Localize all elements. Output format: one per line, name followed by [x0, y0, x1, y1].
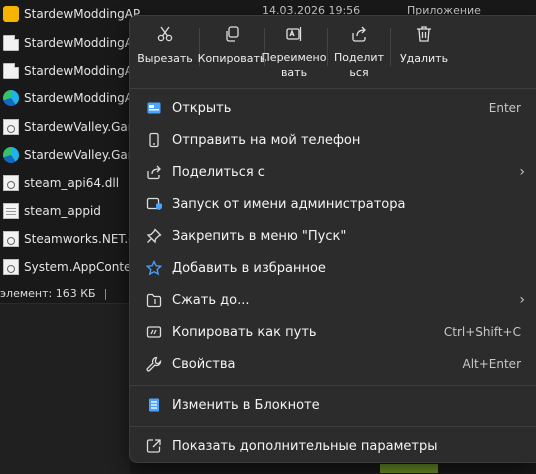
share-label: Поделиться	[334, 51, 384, 79]
document-icon	[3, 35, 19, 51]
copy-button[interactable]: Копировать	[197, 24, 267, 80]
cut-label: Вырезать	[137, 52, 193, 65]
menu-separator	[130, 426, 536, 427]
file-row[interactable]: steam_appid	[0, 198, 140, 224]
file-name: StardewValley.Game	[24, 148, 140, 162]
delete-button[interactable]: Удалить	[391, 24, 457, 80]
chevron-right-icon: ›	[519, 164, 525, 180]
menu-item-send-to-phone[interactable]: Отправить на мой телефон	[136, 124, 536, 156]
file-name: steam_appid	[24, 204, 101, 218]
menu-item-add-to-favorites[interactable]: Добавить в избранное	[136, 252, 536, 284]
status-bar: элемент: 163 КБ |	[0, 283, 130, 303]
archive-icon	[145, 291, 163, 309]
file-name: StardewModdingAPI	[24, 91, 140, 105]
file-row[interactable]: StardewModdingAPI	[0, 30, 140, 56]
menu-item-label: Отправить на мой телефон	[172, 132, 361, 148]
rename-icon	[284, 24, 304, 43]
more-options-icon	[145, 437, 163, 455]
menu-item-run-as-admin[interactable]: Запуск от имени администратора	[136, 188, 536, 220]
copy-label: Копировать	[197, 52, 267, 65]
file-name: StardewModdingAPI	[24, 36, 140, 50]
file-row[interactable]: steam_api64.dll	[0, 170, 140, 196]
menu-item-open[interactable]: Открыть Enter	[136, 92, 536, 124]
file-row[interactable]: StardewModdingAPI	[0, 85, 140, 111]
config-icon	[3, 119, 19, 135]
text-file-icon	[3, 203, 19, 219]
rename-label: Переименовать	[261, 51, 327, 79]
file-name: Steamworks.NET.dll	[24, 232, 140, 246]
cut-button[interactable]: Вырезать	[132, 24, 198, 80]
status-separator: |	[103, 286, 108, 300]
menu-item-pin-to-start[interactable]: Закрепить в меню "Пуск"	[136, 220, 536, 252]
file-name: steam_api64.dll	[24, 176, 120, 190]
shortcut-label: Ctrl+Shift+C	[443, 325, 521, 339]
quick-actions-bar: Вырезать Копировать Переименовать Подели…	[130, 16, 536, 89]
file-row[interactable]: StardewValley.Game	[0, 142, 140, 168]
menu-item-properties[interactable]: Свойства Alt+Enter	[136, 348, 536, 380]
file-row[interactable]: StardewModdingAPI	[0, 58, 140, 84]
explorer-empty-area	[0, 303, 130, 474]
document-icon	[3, 63, 19, 79]
edge-icon	[3, 90, 19, 106]
file-row[interactable]: StardewModdingAPI	[0, 1, 140, 27]
status-text: элемент: 163 КБ	[0, 286, 96, 300]
scissors-icon	[155, 24, 175, 44]
menu-item-copy-as-path[interactable]: Копировать как путь Ctrl+Shift+C	[136, 316, 536, 348]
menu-item-compress-to[interactable]: Сжать до... ›	[136, 284, 536, 316]
copy-path-icon	[145, 323, 163, 341]
share-with-icon	[145, 163, 163, 181]
config-icon	[3, 231, 19, 247]
trash-icon	[414, 24, 434, 44]
file-name: StardewValley.Game	[24, 120, 140, 134]
package-icon	[3, 6, 19, 22]
notepad-icon	[145, 396, 163, 414]
admin-shield-icon	[145, 195, 163, 213]
file-name: StardewModdingAPI	[24, 7, 140, 21]
rename-button[interactable]: Переименовать	[261, 24, 327, 80]
file-name: System.AppContext.	[24, 260, 140, 274]
shortcut-label: Enter	[488, 101, 521, 115]
taskbar-highlight	[380, 464, 438, 473]
edge-icon	[3, 147, 19, 163]
open-icon	[145, 99, 163, 117]
menu-item-label: Поделиться с	[172, 164, 265, 180]
menu-item-label: Закрепить в меню "Пуск"	[172, 228, 347, 244]
menu-item-edit-in-notepad[interactable]: Изменить в Блокноте	[136, 389, 536, 421]
context-menu: Вырезать Копировать Переименовать Подели…	[129, 15, 536, 463]
share-icon	[349, 24, 369, 43]
config-icon	[3, 175, 19, 191]
copy-icon	[222, 24, 242, 44]
shortcut-label: Alt+Enter	[462, 357, 521, 371]
menu-item-label: Показать дополнительные параметры	[172, 438, 438, 454]
menu-item-label: Запуск от имени администратора	[172, 196, 406, 212]
file-row[interactable]: StardewValley.Game	[0, 114, 140, 140]
menu-item-share-with[interactable]: Поделиться с ›	[136, 156, 536, 188]
delete-label: Удалить	[399, 52, 449, 65]
wrench-icon	[145, 355, 163, 373]
menu-item-show-more-options[interactable]: Показать дополнительные параметры	[136, 430, 536, 462]
file-name: StardewModdingAPI	[24, 64, 140, 78]
menu-item-label: Сжать до...	[172, 292, 250, 308]
menu-item-label: Добавить в избранное	[172, 260, 326, 276]
menu-separator	[130, 385, 536, 386]
share-button[interactable]: Поделиться	[326, 24, 392, 80]
menu-item-label: Свойства	[172, 356, 236, 372]
phone-icon	[145, 131, 163, 149]
star-icon	[145, 259, 163, 277]
menu-item-label: Копировать как путь	[172, 324, 317, 340]
config-icon	[3, 259, 19, 275]
menu-item-label: Открыть	[172, 100, 232, 116]
pin-icon	[145, 227, 163, 245]
chevron-right-icon: ›	[519, 292, 525, 308]
menu-item-label: Изменить в Блокноте	[172, 397, 320, 413]
file-row[interactable]: Steamworks.NET.dll	[0, 226, 140, 252]
file-row[interactable]: System.AppContext.	[0, 254, 140, 280]
